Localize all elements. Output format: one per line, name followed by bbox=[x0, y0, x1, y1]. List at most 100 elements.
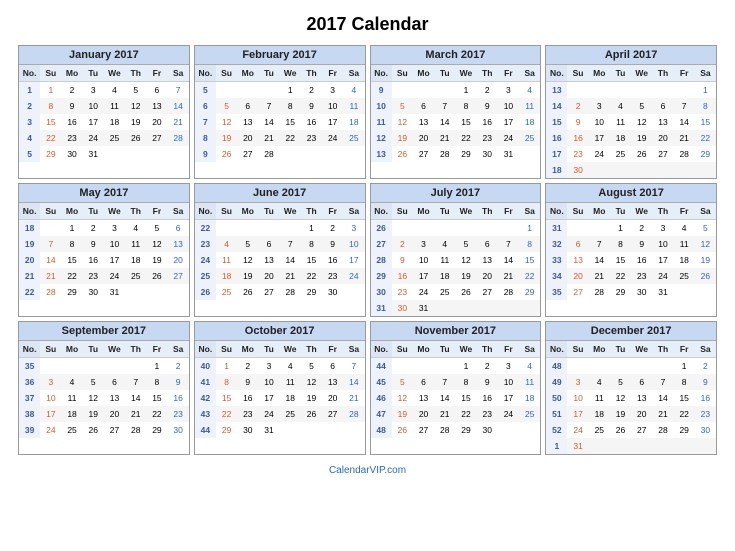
day-cell: 9 bbox=[322, 236, 343, 252]
week-row: 2014151617181920 bbox=[19, 252, 189, 268]
day-cell: 17 bbox=[498, 114, 519, 130]
day-cell: 23 bbox=[61, 130, 82, 146]
day-cell bbox=[146, 284, 167, 300]
day-cell: 3 bbox=[498, 82, 519, 99]
day-cell bbox=[477, 300, 498, 316]
day-cell: 23 bbox=[631, 268, 652, 284]
day-cell: 6 bbox=[567, 236, 588, 252]
day-cell: 13 bbox=[258, 252, 279, 268]
day-cell bbox=[392, 82, 413, 99]
month-table: No.SuMoTuWeThFrSa44123445567891011461213… bbox=[371, 341, 541, 438]
day-cell: 31 bbox=[413, 300, 434, 316]
month-title: October 2017 bbox=[195, 322, 365, 341]
day-cell: 23 bbox=[237, 406, 258, 422]
day-cell: 12 bbox=[301, 374, 322, 390]
day-cell: 21 bbox=[125, 406, 146, 422]
week-number: 1 bbox=[546, 438, 567, 454]
day-cell: 5 bbox=[83, 374, 104, 390]
day-cell: 30 bbox=[392, 300, 413, 316]
day-cell: 19 bbox=[392, 130, 413, 146]
day-cell: 13 bbox=[631, 390, 652, 406]
day-header: No. bbox=[546, 203, 567, 220]
week-row: 363456789 bbox=[19, 374, 189, 390]
day-cell: 23 bbox=[322, 268, 343, 284]
day-cell: 18 bbox=[589, 406, 610, 422]
day-cell: 21 bbox=[652, 406, 673, 422]
day-cell: 10 bbox=[104, 236, 125, 252]
day-cell: 3 bbox=[413, 236, 434, 252]
day-cell: 27 bbox=[477, 284, 498, 300]
day-cell: 17 bbox=[258, 390, 279, 406]
day-cell: 19 bbox=[216, 130, 237, 146]
day-cell: 12 bbox=[695, 236, 716, 252]
day-header: No. bbox=[371, 203, 392, 220]
day-header: Sa bbox=[168, 341, 189, 358]
day-cell: 16 bbox=[301, 114, 322, 130]
week-number: 44 bbox=[195, 422, 216, 438]
day-cell: 20 bbox=[104, 406, 125, 422]
day-cell: 14 bbox=[434, 114, 455, 130]
week-number: 36 bbox=[19, 374, 40, 390]
day-cell: 17 bbox=[104, 252, 125, 268]
day-cell bbox=[477, 220, 498, 237]
day-cell: 7 bbox=[343, 358, 364, 375]
day-cell bbox=[125, 358, 146, 375]
week-number: 23 bbox=[195, 236, 216, 252]
footer-credit: CalendarVIP.com bbox=[18, 465, 717, 476]
day-cell: 12 bbox=[631, 114, 652, 130]
day-cell bbox=[392, 358, 413, 375]
week-number: 25 bbox=[195, 268, 216, 284]
day-cell bbox=[104, 146, 125, 162]
week-row: 18123456 bbox=[19, 220, 189, 237]
day-cell: 16 bbox=[477, 114, 498, 130]
day-cell: 7 bbox=[434, 98, 455, 114]
week-number: 48 bbox=[546, 358, 567, 375]
day-header: Fr bbox=[498, 341, 519, 358]
day-header: We bbox=[280, 203, 301, 220]
day-cell: 27 bbox=[168, 268, 189, 284]
day-cell bbox=[498, 300, 519, 316]
day-cell: 25 bbox=[434, 284, 455, 300]
week-row: 2891011121314 bbox=[19, 98, 189, 114]
day-cell: 25 bbox=[519, 406, 540, 422]
day-cell: 30 bbox=[477, 146, 498, 162]
day-cell: 21 bbox=[40, 268, 61, 284]
day-cell: 13 bbox=[413, 114, 434, 130]
day-cell bbox=[498, 422, 519, 438]
day-cell bbox=[695, 284, 716, 300]
day-cell: 2 bbox=[695, 358, 716, 375]
day-cell: 12 bbox=[125, 98, 146, 114]
day-cell: 3 bbox=[567, 374, 588, 390]
day-cell: 31 bbox=[83, 146, 104, 162]
day-cell bbox=[322, 422, 343, 438]
day-cell: 19 bbox=[146, 252, 167, 268]
day-cell: 25 bbox=[589, 422, 610, 438]
day-header: We bbox=[455, 65, 476, 82]
day-cell: 15 bbox=[455, 114, 476, 130]
day-cell: 19 bbox=[392, 406, 413, 422]
day-cell: 8 bbox=[695, 98, 716, 114]
day-cell: 27 bbox=[237, 146, 258, 162]
day-cell bbox=[674, 284, 695, 300]
week-number: 9 bbox=[371, 82, 392, 99]
week-number: 41 bbox=[195, 374, 216, 390]
day-cell: 3 bbox=[652, 220, 673, 237]
day-cell: 17 bbox=[652, 252, 673, 268]
day-cell: 29 bbox=[455, 422, 476, 438]
day-header: Sa bbox=[695, 341, 716, 358]
day-cell: 16 bbox=[695, 390, 716, 406]
day-cell: 24 bbox=[83, 130, 104, 146]
week-number: 37 bbox=[19, 390, 40, 406]
day-cell bbox=[519, 422, 540, 438]
day-cell: 10 bbox=[498, 374, 519, 390]
day-cell: 6 bbox=[631, 374, 652, 390]
day-cell: 15 bbox=[301, 252, 322, 268]
week-number: 47 bbox=[371, 406, 392, 422]
week-row: 422232425262728 bbox=[19, 130, 189, 146]
day-cell: 18 bbox=[61, 406, 82, 422]
day-cell bbox=[237, 220, 258, 237]
week-number: 31 bbox=[546, 220, 567, 237]
day-cell: 15 bbox=[280, 114, 301, 130]
day-cell: 7 bbox=[125, 374, 146, 390]
day-cell bbox=[146, 146, 167, 162]
